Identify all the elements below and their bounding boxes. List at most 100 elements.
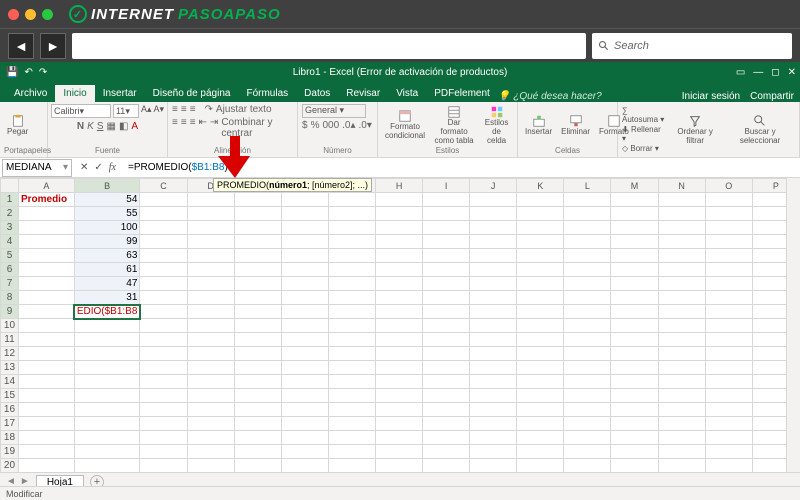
cell-I13[interactable] xyxy=(423,361,470,375)
cell-K17[interactable] xyxy=(517,417,564,431)
cell-N12[interactable] xyxy=(658,347,705,361)
cell-A12[interactable] xyxy=(18,347,74,361)
grow-font-icon[interactable]: A▴ xyxy=(141,104,152,118)
cell-D11[interactable] xyxy=(187,333,234,347)
sort-filter-button[interactable]: Ordenar y filtrar xyxy=(668,113,722,147)
cell-H19[interactable] xyxy=(376,445,423,459)
cell-I11[interactable] xyxy=(423,333,470,347)
cell-H17[interactable] xyxy=(376,417,423,431)
cell-J15[interactable] xyxy=(470,389,517,403)
nav-back-button[interactable]: ◄ xyxy=(8,33,34,59)
cell-F12[interactable] xyxy=(281,347,328,361)
cell-A11[interactable] xyxy=(18,333,74,347)
cell-I8[interactable] xyxy=(423,291,470,305)
cell-E1[interactable] xyxy=(234,193,281,207)
cell-A19[interactable] xyxy=(18,445,74,459)
cell-I14[interactable] xyxy=(423,375,470,389)
cell-O10[interactable] xyxy=(705,319,752,333)
col-header-K[interactable]: K xyxy=(517,179,564,193)
cell-A10[interactable] xyxy=(18,319,74,333)
cell-B10[interactable] xyxy=(74,319,140,333)
cell-C1[interactable] xyxy=(140,193,187,207)
tab-datos[interactable]: Datos xyxy=(296,85,338,102)
cell-J11[interactable] xyxy=(470,333,517,347)
cell-A13[interactable] xyxy=(18,361,74,375)
cell-L9[interactable] xyxy=(564,305,611,319)
cell-N15[interactable] xyxy=(658,389,705,403)
cell-I16[interactable] xyxy=(423,403,470,417)
cell-G16[interactable] xyxy=(328,403,375,417)
row-header-20[interactable]: 20 xyxy=(1,459,19,473)
col-header-C[interactable]: C xyxy=(140,179,187,193)
col-header-M[interactable]: M xyxy=(611,179,658,193)
delete-cells-button[interactable]: Eliminar xyxy=(558,113,593,138)
col-header-H[interactable]: H xyxy=(376,179,423,193)
cell-D12[interactable] xyxy=(187,347,234,361)
cell-D9[interactable] xyxy=(187,305,234,319)
cell-E2[interactable] xyxy=(234,207,281,221)
cell-O20[interactable] xyxy=(705,459,752,473)
cell-B8[interactable]: 31 xyxy=(74,291,140,305)
cell-O15[interactable] xyxy=(705,389,752,403)
cell-A4[interactable] xyxy=(18,235,74,249)
cell-F10[interactable] xyxy=(281,319,328,333)
shrink-font-icon[interactable]: A▾ xyxy=(154,104,165,118)
cell-H20[interactable] xyxy=(376,459,423,473)
cell-J9[interactable] xyxy=(470,305,517,319)
tab-insertar[interactable]: Insertar xyxy=(95,85,145,102)
row-header-9[interactable]: 9 xyxy=(1,305,19,319)
cell-L10[interactable] xyxy=(564,319,611,333)
cell-C11[interactable] xyxy=(140,333,187,347)
redo-icon[interactable]: ↷ xyxy=(39,67,47,78)
col-header-B[interactable]: B xyxy=(74,179,140,193)
cell-E5[interactable] xyxy=(234,249,281,263)
cell-K20[interactable] xyxy=(517,459,564,473)
cell-L15[interactable] xyxy=(564,389,611,403)
font-color-button[interactable]: A xyxy=(131,121,138,132)
cell-D1[interactable] xyxy=(187,193,234,207)
cell-F17[interactable] xyxy=(281,417,328,431)
cell-G12[interactable] xyxy=(328,347,375,361)
cell-J5[interactable] xyxy=(470,249,517,263)
cell-H3[interactable] xyxy=(376,221,423,235)
cell-D6[interactable] xyxy=(187,263,234,277)
cell-C9[interactable] xyxy=(140,305,187,319)
cell-H8[interactable] xyxy=(376,291,423,305)
cell-K2[interactable] xyxy=(517,207,564,221)
cell-I4[interactable] xyxy=(423,235,470,249)
cell-D8[interactable] xyxy=(187,291,234,305)
maximize-icon[interactable]: ◻ xyxy=(771,67,779,78)
tab-fórmulas[interactable]: Fórmulas xyxy=(238,85,296,102)
cell-H14[interactable] xyxy=(376,375,423,389)
cell-F14[interactable] xyxy=(281,375,328,389)
cell-G7[interactable] xyxy=(328,277,375,291)
cell-G5[interactable] xyxy=(328,249,375,263)
row-header-1[interactable]: 1 xyxy=(1,193,19,207)
cell-J8[interactable] xyxy=(470,291,517,305)
row-header-17[interactable]: 17 xyxy=(1,417,19,431)
cell-E14[interactable] xyxy=(234,375,281,389)
cell-M16[interactable] xyxy=(611,403,658,417)
cell-L7[interactable] xyxy=(564,277,611,291)
cell-N3[interactable] xyxy=(658,221,705,235)
row-header-3[interactable]: 3 xyxy=(1,221,19,235)
cell-L13[interactable] xyxy=(564,361,611,375)
cell-N2[interactable] xyxy=(658,207,705,221)
cell-A16[interactable] xyxy=(18,403,74,417)
align-top-icon[interactable]: ≡ xyxy=(172,104,178,115)
cell-G6[interactable] xyxy=(328,263,375,277)
cell-L19[interactable] xyxy=(564,445,611,459)
cell-N7[interactable] xyxy=(658,277,705,291)
cell-C14[interactable] xyxy=(140,375,187,389)
cell-B5[interactable]: 63 xyxy=(74,249,140,263)
cond-format-button[interactable]: Formato condicional xyxy=(382,108,428,142)
cell-F3[interactable] xyxy=(281,221,328,235)
cell-I17[interactable] xyxy=(423,417,470,431)
cell-J16[interactable] xyxy=(470,403,517,417)
cell-A14[interactable] xyxy=(18,375,74,389)
cell-L20[interactable] xyxy=(564,459,611,473)
tab-pdfelement[interactable]: PDFelement xyxy=(426,85,498,102)
number-format-select[interactable]: General ▾ xyxy=(302,104,366,118)
cell-N20[interactable] xyxy=(658,459,705,473)
tell-me-box[interactable]: 💡 ¿Qué desea hacer? xyxy=(498,91,602,102)
